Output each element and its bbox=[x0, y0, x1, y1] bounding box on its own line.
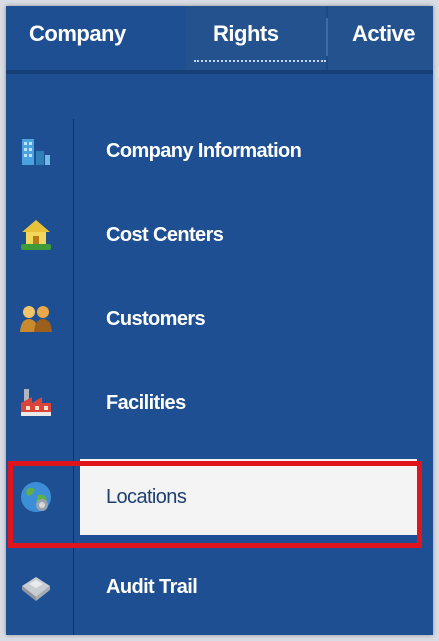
customers-people-icon bbox=[18, 301, 54, 337]
tab-rights[interactable]: Rights bbox=[186, 6, 326, 70]
globe-icon bbox=[18, 479, 54, 515]
navigation-panel: Company Rights Active Company Informatio… bbox=[6, 6, 433, 635]
menu-item-label: Locations bbox=[106, 486, 187, 508]
audit-trail-printer-icon bbox=[18, 569, 54, 605]
menu-item-company-information[interactable]: Company Information bbox=[6, 109, 433, 193]
menu-item-cost-centers[interactable]: Cost Centers bbox=[6, 193, 433, 277]
facility-factory-icon bbox=[18, 385, 54, 421]
menu-item-locations[interactable]: Locations bbox=[6, 455, 433, 539]
menu-item-label: Audit Trail bbox=[106, 576, 198, 598]
menu-item-label: Cost Centers bbox=[106, 224, 224, 246]
menu-item-label: Customers bbox=[106, 308, 206, 330]
tab-company[interactable]: Company bbox=[6, 6, 186, 70]
menu-item-customers[interactable]: Customers bbox=[6, 277, 433, 361]
menu-item-audit-trail[interactable]: Audit Trail bbox=[6, 545, 433, 629]
menu-item-label: Facilities bbox=[106, 392, 186, 414]
tab-active[interactable]: Active bbox=[328, 6, 433, 70]
tab-bar: Company Rights Active bbox=[6, 6, 433, 74]
building-icon bbox=[18, 133, 54, 169]
menu-item-label: Company Information bbox=[106, 140, 302, 162]
cost-center-house-icon bbox=[18, 217, 54, 253]
menu-item-facilities[interactable]: Facilities bbox=[6, 361, 433, 445]
